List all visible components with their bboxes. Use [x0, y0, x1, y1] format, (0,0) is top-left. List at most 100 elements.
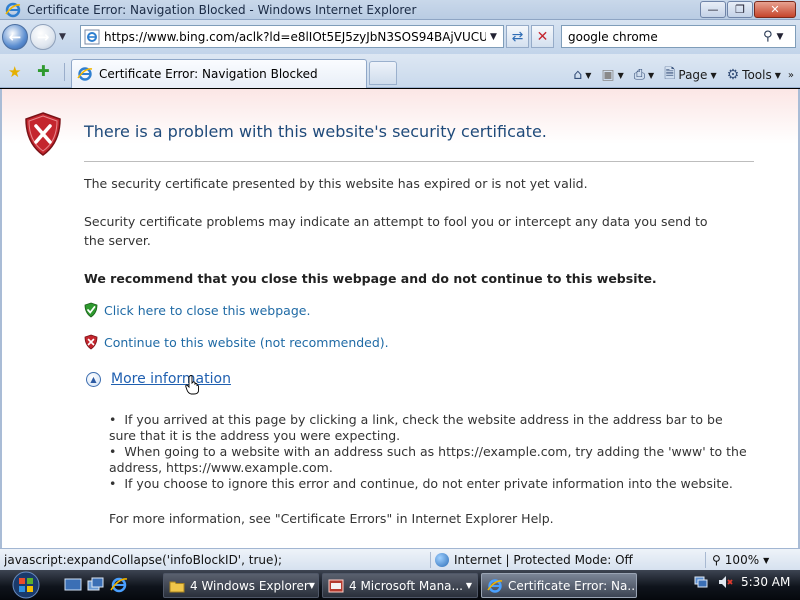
- stop-icon: ✕: [536, 28, 549, 45]
- address-url[interactable]: https://www.bing.com/aclk?ld=e8lIOt5EJ5z…: [104, 30, 486, 44]
- red-shield-x-small-icon: [84, 334, 98, 350]
- back-arrow-icon: ←: [8, 28, 22, 46]
- management-console-icon: [328, 579, 344, 592]
- add-favorite-icon[interactable]: ✚: [37, 62, 50, 80]
- address-dropdown-icon[interactable]: ▼: [490, 32, 497, 42]
- page-menu-button[interactable]: 🗎 Page ▼: [661, 61, 719, 89]
- ie-logo-icon: [5, 2, 21, 17]
- list-item: • If you arrived at this page by clicking…: [109, 412, 723, 443]
- new-tab-button[interactable]: [369, 61, 397, 85]
- hand-cursor-icon: [185, 375, 199, 395]
- refresh-button[interactable]: ⇄: [506, 25, 529, 48]
- forward-arrow-icon: →: [36, 28, 50, 46]
- divider: [64, 63, 65, 81]
- continue-label[interactable]: Continue to this website (not recommende…: [104, 335, 389, 350]
- rss-feed-icon: ▣: [601, 67, 615, 83]
- zoom-level: 100%: [724, 553, 760, 567]
- taskbar-button-windows-explorer[interactable]: 4 Windows Explorer ▼: [163, 573, 319, 598]
- green-shield-check-icon: [84, 302, 98, 318]
- page-icon: 🗎: [664, 66, 676, 82]
- toolbar-overflow-icon[interactable]: »: [788, 70, 794, 81]
- home-icon: ⌂: [573, 67, 583, 83]
- list-item: • When going to a website with an address…: [109, 444, 747, 475]
- page-menu-label: Page: [678, 68, 708, 82]
- toolbar-commands: ⌂ ▼ ▣ ▼ ⎙ ▼ 🗎 Page ▼ ⚙ Tools ▼ »: [570, 61, 794, 89]
- print-button[interactable]: ⎙ ▼: [631, 65, 657, 85]
- more-information-toggle[interactable]: ▲ More information: [86, 371, 231, 387]
- volume-muted-icon[interactable]: [717, 574, 733, 590]
- chevron-down-icon: ▼: [763, 555, 770, 565]
- list-item: • If you choose to ignore this error and …: [109, 476, 733, 491]
- minimize-button[interactable]: —: [700, 1, 726, 18]
- printer-icon: ⎙: [633, 67, 645, 83]
- tab-label: Certificate Error: Navigation Blocked: [99, 67, 318, 81]
- continue-to-website-link[interactable]: Continue to this website (not recommende…: [84, 334, 389, 350]
- security-zone[interactable]: Internet | Protected Mode: Off: [430, 552, 633, 568]
- forward-button[interactable]: →: [30, 24, 56, 50]
- explanation-text: The security certificate presented by th…: [84, 176, 588, 191]
- close-webpage-link[interactable]: Click here to close this webpage.: [84, 302, 310, 318]
- network-icon[interactable]: [693, 574, 709, 590]
- refresh-icon: ⇄: [511, 28, 524, 45]
- warning-text: Security certificate problems may indica…: [84, 214, 708, 248]
- navigation-bar: ← → ▼ https://www.bing.com/aclk?ld=e8lIO…: [0, 20, 800, 54]
- favorites-star-icon[interactable]: ★: [8, 63, 21, 81]
- feeds-button[interactable]: ▣ ▼: [598, 65, 626, 85]
- address-bar[interactable]: https://www.bing.com/aclk?ld=e8lIOt5EJ5z…: [80, 25, 504, 48]
- search-icon[interactable]: ⚲: [763, 29, 773, 44]
- search-box[interactable]: google chrome ⚲ ▼: [561, 25, 796, 48]
- red-shield-x-icon: [25, 112, 61, 156]
- close-webpage-label[interactable]: Click here to close this webpage.: [104, 303, 310, 318]
- back-button[interactable]: ←: [2, 24, 28, 50]
- globe-icon: [435, 553, 449, 567]
- chevron-down-icon: ▼: [585, 70, 592, 80]
- zoom-magnifier-icon: ⚲: [712, 553, 721, 567]
- taskbar-button-microsoft-management[interactable]: 4 Microsoft Mana... ▼: [322, 573, 478, 598]
- window-controls: — ❐ ✕: [700, 1, 796, 18]
- system-tray: 5:30 AM: [693, 574, 790, 590]
- recommendation-text: We recommend that you close this webpage…: [84, 271, 657, 286]
- page-content: There is a problem with this website's s…: [0, 89, 800, 548]
- ie-quicklaunch-icon[interactable]: [110, 576, 128, 594]
- taskbar: 4 Windows Explorer ▼ 4 Microsoft Mana...…: [0, 570, 800, 600]
- collapse-arrow-icon[interactable]: ▲: [86, 371, 101, 387]
- zone-label: Internet | Protected Mode: Off: [454, 553, 633, 567]
- command-bar: ★ ✚ Certificate Error: Navigation Blocke…: [0, 54, 800, 88]
- divider: [84, 161, 754, 162]
- chevron-down-icon: ▼: [617, 70, 624, 80]
- clock[interactable]: 5:30 AM: [741, 575, 790, 589]
- page-heading: There is a problem with this website's s…: [84, 122, 547, 141]
- folder-icon: [169, 581, 185, 592]
- taskbar-button-certificate-error[interactable]: Certificate Error: Na...: [481, 573, 637, 598]
- chevron-down-icon: ▼: [465, 581, 472, 590]
- show-desktop-icon[interactable]: [64, 576, 82, 594]
- window-title: Certificate Error: Navigation Blocked - …: [27, 2, 417, 17]
- help-reference-text: For more information, see "Certificate E…: [109, 511, 554, 526]
- title-bar: Certificate Error: Navigation Blocked - …: [0, 0, 800, 20]
- recent-pages-dropdown[interactable]: ▼: [59, 32, 69, 42]
- ie-page-icon: [84, 29, 100, 44]
- ie-tab-icon: [77, 67, 93, 81]
- status-text: javascript:expandCollapse('infoBlockID',…: [4, 552, 283, 567]
- start-button[interactable]: [4, 571, 48, 599]
- chevron-down-icon: ▼: [308, 581, 315, 590]
- chevron-down-icon: ▼: [647, 70, 655, 80]
- chevron-down-icon: ▼: [710, 70, 717, 80]
- tab-certificate-error[interactable]: Certificate Error: Navigation Blocked: [71, 59, 367, 88]
- tools-menu-button[interactable]: ⚙ Tools ▼: [724, 65, 784, 85]
- search-provider-dropdown[interactable]: ▼: [777, 32, 784, 42]
- stop-button[interactable]: ✕: [531, 25, 554, 48]
- switch-windows-icon[interactable]: [87, 576, 105, 594]
- maximize-button[interactable]: ❐: [727, 1, 753, 18]
- more-information-list: • If you arrived at this page by clicking…: [109, 412, 749, 492]
- status-bar: javascript:expandCollapse('infoBlockID',…: [0, 548, 800, 570]
- close-window-button[interactable]: ✕: [754, 1, 796, 18]
- tools-menu-label: Tools: [742, 68, 772, 82]
- search-input[interactable]: google chrome: [568, 30, 763, 44]
- chevron-down-icon: ▼: [774, 70, 781, 80]
- ie-taskbar-icon: [487, 578, 503, 593]
- more-information-link[interactable]: More information: [111, 371, 231, 387]
- home-button[interactable]: ⌂ ▼: [570, 65, 594, 85]
- zoom-control[interactable]: ⚲ 100% ▼: [705, 552, 769, 568]
- gear-icon: ⚙: [726, 67, 740, 83]
